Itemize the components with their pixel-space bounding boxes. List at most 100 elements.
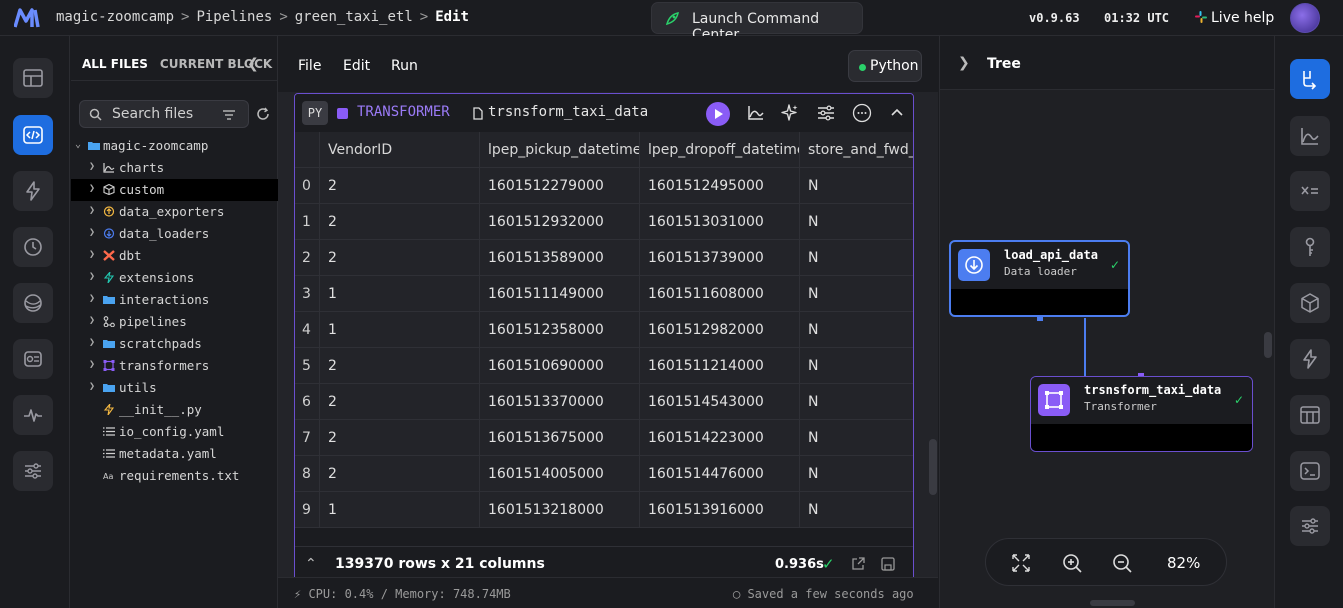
- table-row[interactable]: 3 1 1601511149000 1601511608000 N: [295, 276, 913, 312]
- tree-item[interactable]: ❯ utils: [71, 377, 278, 399]
- table-cell: 1601514223000: [640, 420, 800, 456]
- table-cell: 1601511149000: [480, 276, 640, 312]
- filter-icon[interactable]: [223, 110, 235, 120]
- tree-item-label: io_config.yaml: [119, 424, 225, 439]
- tree-item[interactable]: ❯ transformers: [71, 355, 278, 377]
- launch-command-center-button[interactable]: Launch Command Center: [651, 2, 863, 43]
- breadcrumb-pipelines[interactable]: Pipelines: [196, 9, 272, 25]
- zoom-level: 82%: [1167, 554, 1201, 572]
- tree-node-trsnsform-taxi-data[interactable]: trsnsform_taxi_data Transformer ✓ PY: [1030, 376, 1253, 452]
- nav-pipelines-overview-button[interactable]: [13, 58, 53, 98]
- sidekick-secrets-button[interactable]: [1290, 227, 1330, 267]
- tree-item[interactable]: ❯ dbt: [71, 245, 278, 267]
- sidekick-settings-button[interactable]: [1290, 506, 1330, 546]
- live-help-link[interactable]: Live help: [1195, 10, 1274, 26]
- table-row[interactable]: 0 2 1601512279000 1601512495000 N: [295, 168, 913, 204]
- nav-settings-button[interactable]: [13, 451, 53, 491]
- nav-triggers-button[interactable]: [13, 171, 53, 211]
- tree-item[interactable]: ❯ scratchpads: [71, 333, 278, 355]
- zoom-in-icon[interactable]: [1061, 552, 1083, 574]
- tree-icon: [1303, 71, 1317, 90]
- table-row[interactable]: 6 2 1601513370000 1601514543000 N: [295, 384, 913, 420]
- tree-item[interactable]: ❯ charts: [71, 157, 278, 179]
- column-header[interactable]: lpep_pickup_datetime: [480, 132, 640, 168]
- column-header[interactable]: VendorID: [320, 132, 480, 168]
- breadcrumb-project[interactable]: magic-zoomcamp: [56, 9, 174, 25]
- column-header[interactable]: lpep_dropoff_datetime: [640, 132, 800, 168]
- settings-sliders-icon[interactable]: [816, 103, 836, 123]
- sliders-icon: [1302, 518, 1318, 534]
- menu-run[interactable]: Run: [391, 58, 418, 74]
- row-index-cell: 7: [295, 420, 320, 456]
- table-row[interactable]: 5 2 1601510690000 1601511214000 N: [295, 348, 913, 384]
- chart-icon[interactable]: [746, 103, 766, 123]
- tree-item[interactable]: __init__.py: [71, 399, 278, 421]
- tree-item-label: data_loaders: [119, 226, 210, 241]
- column-header[interactable]: store_and_fwd_f: [800, 132, 913, 168]
- sidekick-terminal-button[interactable]: [1290, 451, 1330, 491]
- editor-scrollbar[interactable]: [929, 439, 937, 495]
- sidekick-variables-button[interactable]: [1290, 171, 1330, 211]
- tree-root-item[interactable]: ⌄ magic-zoomcamp: [71, 135, 278, 157]
- open-external-icon[interactable]: [851, 557, 865, 571]
- tree-item[interactable]: io_config.yaml: [71, 421, 278, 443]
- dependency-tree-panel: ❯ Tree load_api_data Data loader ✓ PY tr…: [939, 36, 1275, 608]
- block-name[interactable]: trsnsform_taxi_data: [488, 104, 648, 120]
- sparkle-ai-icon[interactable]: [780, 103, 800, 123]
- resource-usage: ⚡ CPU: 0.4% / Memory: 748.74MB: [294, 587, 511, 601]
- run-block-button[interactable]: [706, 102, 730, 126]
- table-row[interactable]: 8 2 1601514005000 1601514476000 N: [295, 456, 913, 492]
- nav-block-monitor-button[interactable]: [13, 339, 53, 379]
- breadcrumb-pipeline[interactable]: green_taxi_etl: [295, 9, 413, 25]
- nav-pipeline-monitor-button[interactable]: [13, 395, 53, 435]
- node-footer: PY: [1031, 424, 1252, 451]
- chevron-up-icon[interactable]: [887, 103, 907, 123]
- tree-item[interactable]: ❯ data_exporters: [71, 201, 278, 223]
- save-status: ◯ Saved a few seconds ago: [733, 587, 914, 601]
- table-row[interactable]: 1 2 1601512932000 1601513031000 N: [295, 204, 913, 240]
- key-icon: [1305, 237, 1315, 256]
- more-options-icon[interactable]: [852, 103, 872, 123]
- nav-runs-button[interactable]: [13, 227, 53, 267]
- menu-file[interactable]: File: [298, 58, 321, 74]
- zoom-out-icon[interactable]: [1111, 552, 1133, 574]
- tree-item[interactable]: ❯ data_loaders: [71, 223, 278, 245]
- avatar[interactable]: [1290, 3, 1320, 33]
- kernel-select-button[interactable]: Python: [848, 50, 922, 82]
- fit-to-screen-icon[interactable]: [1010, 552, 1032, 574]
- tree-item[interactable]: Aa requirements.txt: [71, 465, 278, 487]
- table-row[interactable]: 4 1 1601512358000 1601512982000 N: [295, 312, 913, 348]
- table-row[interactable]: 2 2 1601513589000 1601513739000 N: [295, 240, 913, 276]
- sidekick-blocks-button[interactable]: [1290, 283, 1330, 323]
- tab-all-files[interactable]: ALL FILES: [82, 57, 148, 71]
- menu-edit[interactable]: Edit: [343, 58, 370, 74]
- tree-node-load-api-data[interactable]: load_api_data Data loader ✓ PY: [949, 240, 1130, 317]
- table-row[interactable]: 9 1 1601513218000 1601513916000 N: [295, 492, 913, 528]
- tree-item[interactable]: ❯ interactions: [71, 289, 278, 311]
- tree-item[interactable]: ❯ pipelines: [71, 311, 278, 333]
- sidekick-table-button[interactable]: [1290, 395, 1330, 435]
- collapse-output-icon[interactable]: ⌃: [305, 556, 317, 572]
- block-type-label[interactable]: TRANSFORMER: [357, 104, 450, 120]
- refresh-icon[interactable]: [256, 107, 270, 121]
- chevron-down-icon: ⌄: [75, 139, 82, 150]
- sidekick-charts-button[interactable]: [1290, 116, 1330, 156]
- mage-logo-icon[interactable]: [14, 8, 40, 28]
- search-files-input[interactable]: Search files: [79, 100, 249, 128]
- save-icon[interactable]: [881, 557, 895, 571]
- nav-edit-pipeline-button[interactable]: [13, 115, 53, 155]
- tree-item[interactable]: ❯ extensions: [71, 267, 278, 289]
- chevron-right-icon[interactable]: ❯: [958, 55, 970, 71]
- tree-vertical-scrollbar[interactable]: [1264, 332, 1272, 358]
- tree-item[interactable]: ❯ custom: [71, 179, 278, 201]
- collapse-panel-icon[interactable]: ❮: [247, 56, 259, 72]
- table-row[interactable]: 7 2 1601513675000 1601514223000 N: [295, 420, 913, 456]
- code-icon: [23, 126, 43, 144]
- block-header: PY TRANSFORMER trsnsform_taxi_data: [295, 94, 913, 132]
- nav-dbt-button[interactable]: [13, 283, 53, 323]
- sidekick-tree-button[interactable]: [1290, 59, 1330, 99]
- tree-item[interactable]: metadata.yaml: [71, 443, 278, 465]
- sidekick-triggers-button[interactable]: [1290, 339, 1330, 379]
- table-cell: N: [808, 502, 819, 518]
- tree-horizontal-scrollbar[interactable]: [1090, 600, 1135, 606]
